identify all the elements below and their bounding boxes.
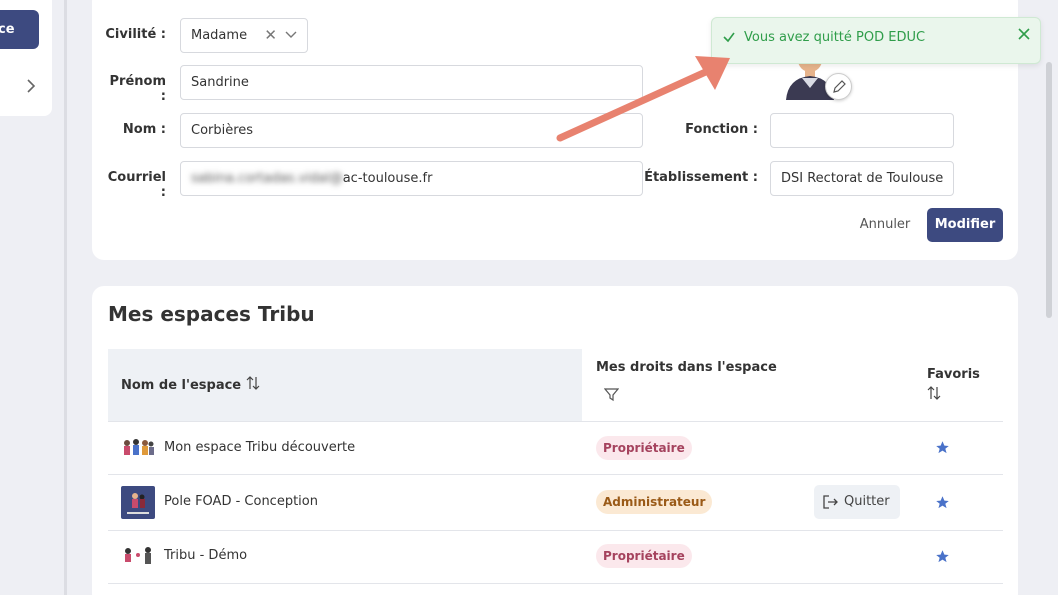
edit-avatar-button[interactable]: [825, 73, 852, 100]
fonction-field[interactable]: [770, 113, 954, 148]
space-thumbnail-icon: [121, 486, 155, 519]
courriel-label: Courriel :: [107, 170, 166, 200]
sidebar-space-button[interactable]: ce: [0, 10, 39, 49]
role-badge: Propriétaire: [596, 544, 692, 568]
prenom-field[interactable]: Sandrine: [180, 65, 643, 100]
space-thumbnail-icon: [124, 439, 154, 455]
civilite-select[interactable]: Madame ✕: [180, 18, 308, 53]
role-badge: Propriétaire: [596, 436, 692, 460]
scrollbar[interactable]: [1046, 62, 1052, 318]
close-icon[interactable]: [1018, 28, 1030, 40]
courriel-field[interactable]: sabina.cortadas.vidal@ac-toulouse.fr: [180, 161, 643, 196]
star-icon[interactable]: [935, 440, 950, 455]
courriel-domain: ac-toulouse.fr: [342, 171, 433, 186]
modify-button[interactable]: Modifier: [927, 208, 1003, 242]
civilite-value: Madame: [191, 28, 248, 43]
cancel-button[interactable]: Annuler: [850, 208, 920, 242]
row-divider: [108, 583, 1003, 584]
sort-icon[interactable]: [246, 376, 260, 390]
toast-message: Vous avez quitté POD EDUC: [744, 30, 926, 45]
star-icon[interactable]: [935, 549, 950, 564]
star-icon[interactable]: [935, 495, 950, 510]
etablissement-field[interactable]: DSI Rectorat de Toulouse: [770, 161, 954, 196]
etablissement-label: Établissement :: [644, 170, 758, 185]
name-column-header[interactable]: Nom de l'espace: [121, 376, 260, 393]
rights-column-label: Mes droits dans l'espace: [596, 360, 777, 375]
fonction-label: Fonction :: [685, 122, 758, 137]
row-divider: [108, 421, 1003, 422]
favorites-column-header: Favoris: [927, 367, 980, 382]
space-name[interactable]: Mon espace Tribu découverte: [164, 440, 355, 455]
nom-field[interactable]: Corbières: [180, 113, 643, 148]
leave-space-button[interactable]: Quitter: [814, 485, 900, 519]
leave-space-label: Quitter: [844, 494, 890, 509]
row-divider: [108, 474, 1003, 475]
pencil-icon: [833, 80, 846, 93]
prenom-label: Prénom :: [109, 74, 167, 104]
check-icon: [723, 32, 735, 43]
favorites-column-label: Favoris: [927, 367, 980, 382]
space-thumbnail-icon: [125, 547, 151, 564]
sidebar-divider: [64, 0, 67, 595]
name-column-label: Nom de l'espace: [121, 378, 242, 393]
row-divider: [108, 530, 1003, 531]
role-badge: Administrateur: [596, 490, 713, 514]
space-name[interactable]: Pole FOAD - Conception: [164, 494, 318, 509]
chevron-right-icon[interactable]: [24, 78, 38, 94]
logout-icon: [823, 495, 838, 509]
nom-label: Nom :: [122, 122, 166, 137]
sidebar-space-button-label: ce: [0, 22, 15, 37]
clear-icon[interactable]: ✕: [264, 19, 277, 52]
courriel-blurred-part: sabina.cortadas.vidal@: [191, 171, 343, 186]
space-name[interactable]: Tribu - Démo: [164, 548, 247, 563]
filter-icon[interactable]: [604, 387, 619, 402]
chevron-down-icon[interactable]: [285, 31, 297, 39]
civilite-label: Civilité :: [105, 27, 166, 42]
success-toast: Vous avez quitté POD EDUC: [711, 17, 1041, 64]
spaces-title: Mes espaces Tribu: [108, 302, 315, 326]
rights-column-header: Mes droits dans l'espace: [596, 360, 777, 375]
favorites-sort-icon[interactable]: [927, 386, 941, 400]
